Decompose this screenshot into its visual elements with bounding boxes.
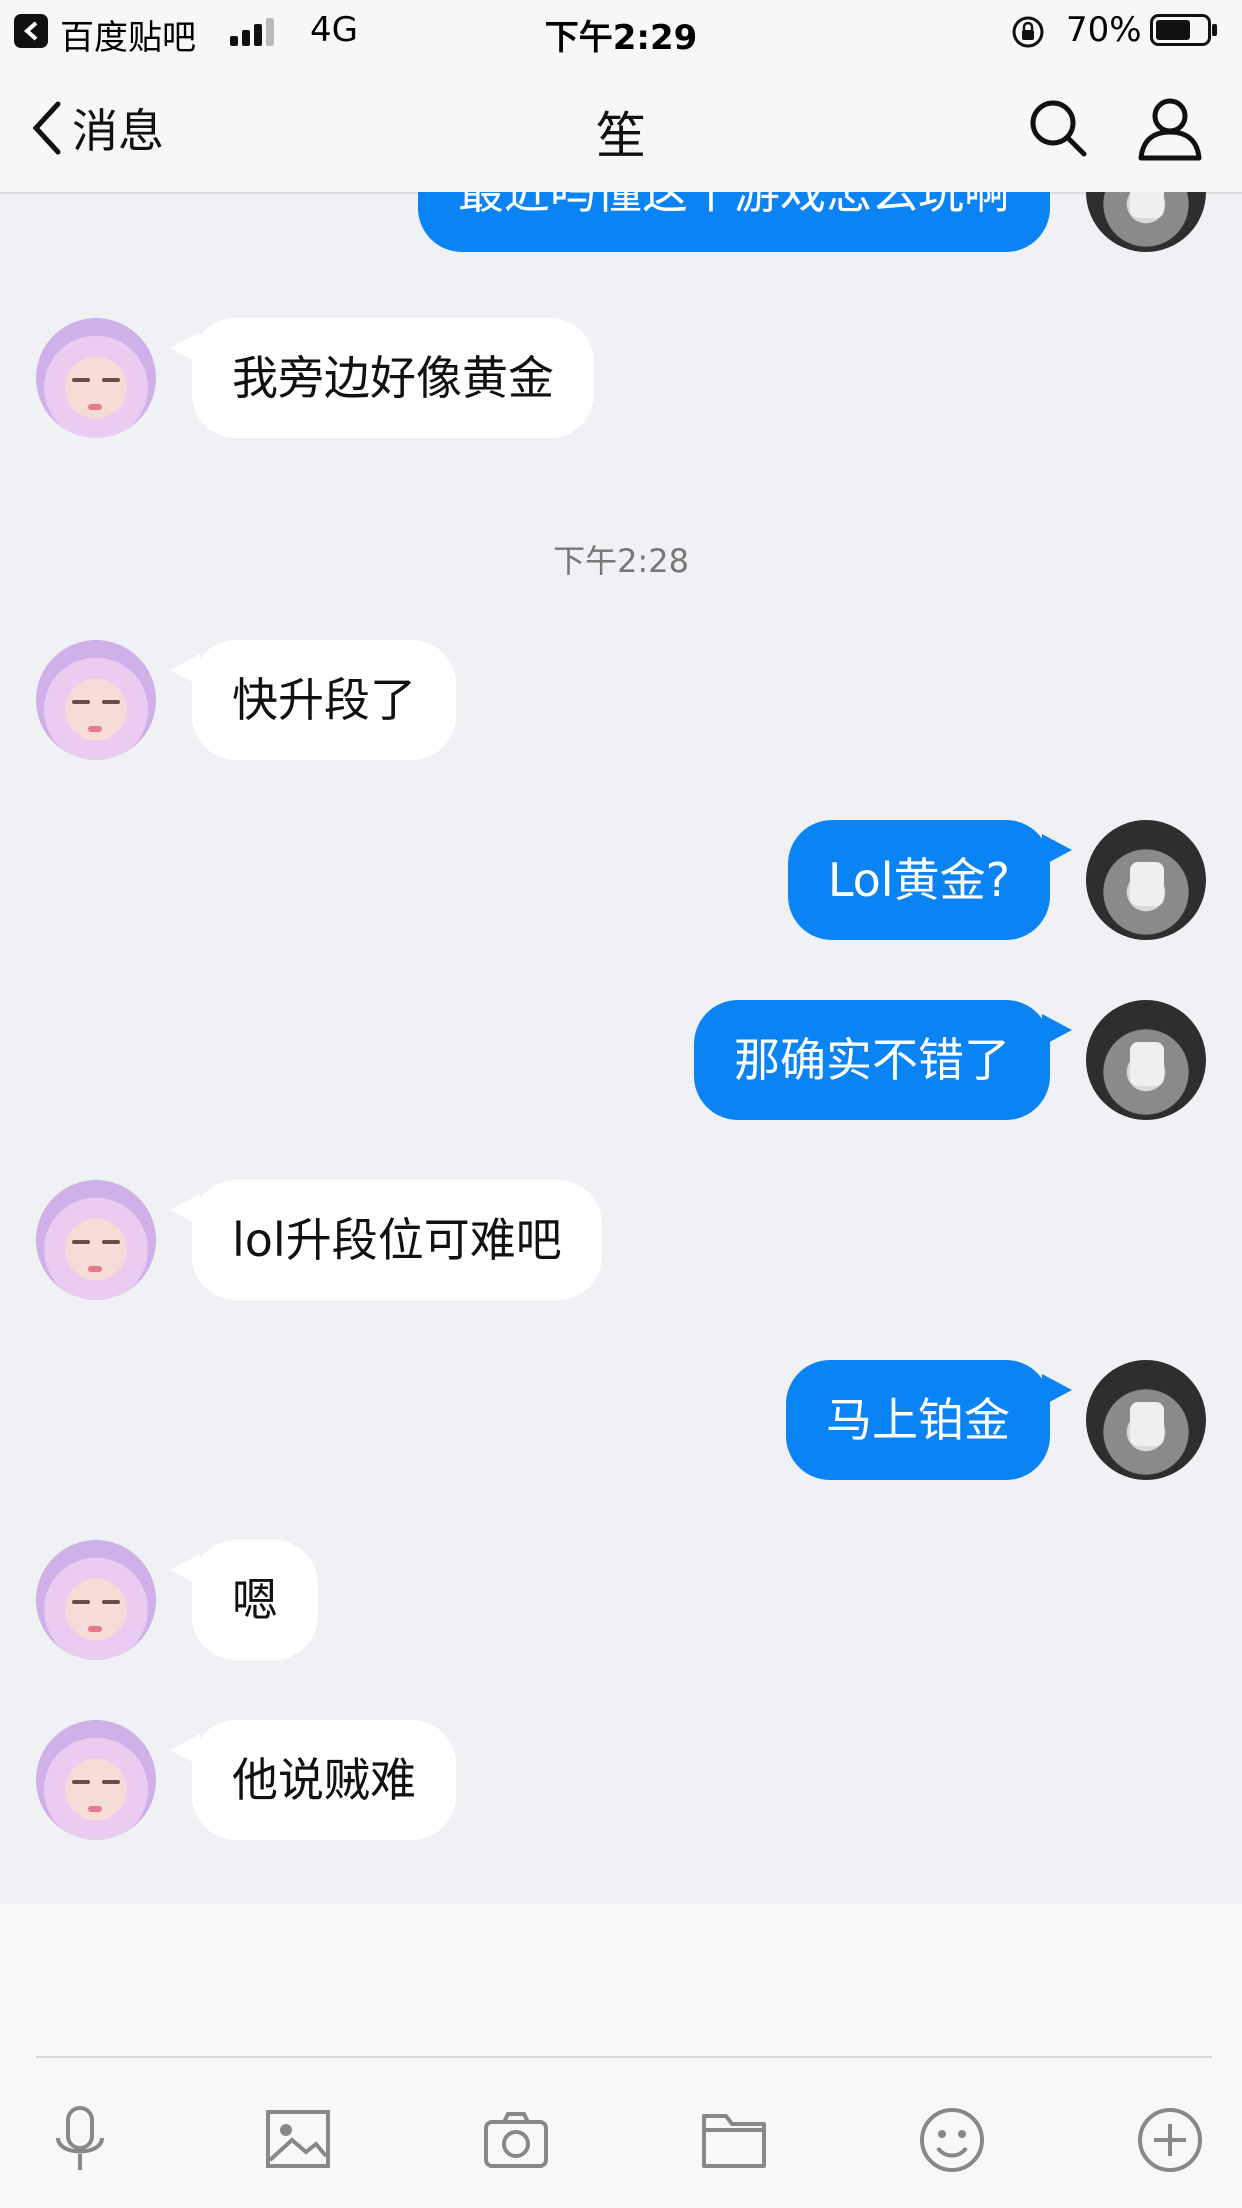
contact-avatar[interactable] xyxy=(36,318,156,438)
outgoing-message-bubble[interactable]: 那确实不错了 xyxy=(694,1000,1072,1120)
my-avatar[interactable] xyxy=(1086,1360,1206,1480)
incoming-message-bubble[interactable]: 我旁边好像黄金 xyxy=(170,318,594,438)
status-time: 下午2:29 xyxy=(544,18,698,58)
message-timestamp: 下午2:28 xyxy=(553,542,689,580)
message-row-incoming: 他说贼难 xyxy=(0,1720,1242,1840)
plus-icon[interactable] xyxy=(1130,2100,1210,2180)
outgoing-message-bubble[interactable]: 马上铂金 xyxy=(786,1360,1072,1480)
rotation-lock-icon xyxy=(1012,16,1044,48)
incoming-message-bubble[interactable]: 他说贼难 xyxy=(170,1720,456,1840)
my-avatar[interactable] xyxy=(1086,820,1206,940)
message-input[interactable] xyxy=(36,1904,1212,2054)
message-row-incoming: 嗯 xyxy=(0,1540,1242,1660)
contact-avatar[interactable] xyxy=(36,640,156,760)
my-avatar[interactable] xyxy=(1086,1000,1206,1120)
input-panel xyxy=(0,1904,1242,2208)
my-avatar[interactable] xyxy=(1086,192,1206,252)
image-icon[interactable] xyxy=(258,2100,338,2180)
user-icon[interactable] xyxy=(1136,94,1204,162)
message-row-outgoing: 那确实不错了 xyxy=(0,1000,1242,1120)
folder-icon[interactable] xyxy=(694,2100,774,2180)
contact-avatar[interactable] xyxy=(36,1180,156,1300)
message-row-incoming: 快升段了 xyxy=(0,640,1242,760)
emoji-icon[interactable] xyxy=(912,2100,992,2180)
message-row-outgoing: Lol黄金? xyxy=(0,820,1242,940)
contact-avatar[interactable] xyxy=(36,1720,156,1840)
message-row-outgoing: 最近吗懂这个游戏怎么玩啊 xyxy=(0,192,1242,252)
outgoing-message-bubble[interactable]: Lol黄金? xyxy=(787,820,1073,940)
incoming-message-bubble[interactable]: 快升段了 xyxy=(170,640,456,760)
battery-percentage: 70% xyxy=(1066,10,1142,50)
outgoing-message-bubble[interactable]: 最近吗懂这个游戏怎么玩啊 xyxy=(418,192,1050,252)
incoming-message-bubble[interactable]: lol升段位可难吧 xyxy=(170,1180,602,1300)
contact-avatar[interactable] xyxy=(36,1540,156,1660)
status-bar: 百度贴吧 4G 下午2:29 70% xyxy=(0,0,1242,62)
message-row-incoming: lol升段位可难吧 xyxy=(0,1180,1242,1300)
message-row-outgoing: 马上铂金 xyxy=(0,1360,1242,1480)
message-list[interactable]: 最近吗懂这个游戏怎么玩啊 我旁边好像黄金 下午2:28 快升段了 Lol黄金? … xyxy=(0,192,1242,1904)
camera-icon[interactable] xyxy=(476,2100,556,2180)
incoming-message-bubble[interactable]: 嗯 xyxy=(170,1540,318,1660)
chat-header: 消息 笙 xyxy=(0,62,1242,194)
battery-icon xyxy=(1150,14,1217,46)
search-icon[interactable] xyxy=(1026,96,1090,160)
message-row-incoming: 我旁边好像黄金 xyxy=(0,318,1242,438)
microphone-icon[interactable] xyxy=(40,2100,120,2180)
input-divider xyxy=(36,2056,1212,2058)
